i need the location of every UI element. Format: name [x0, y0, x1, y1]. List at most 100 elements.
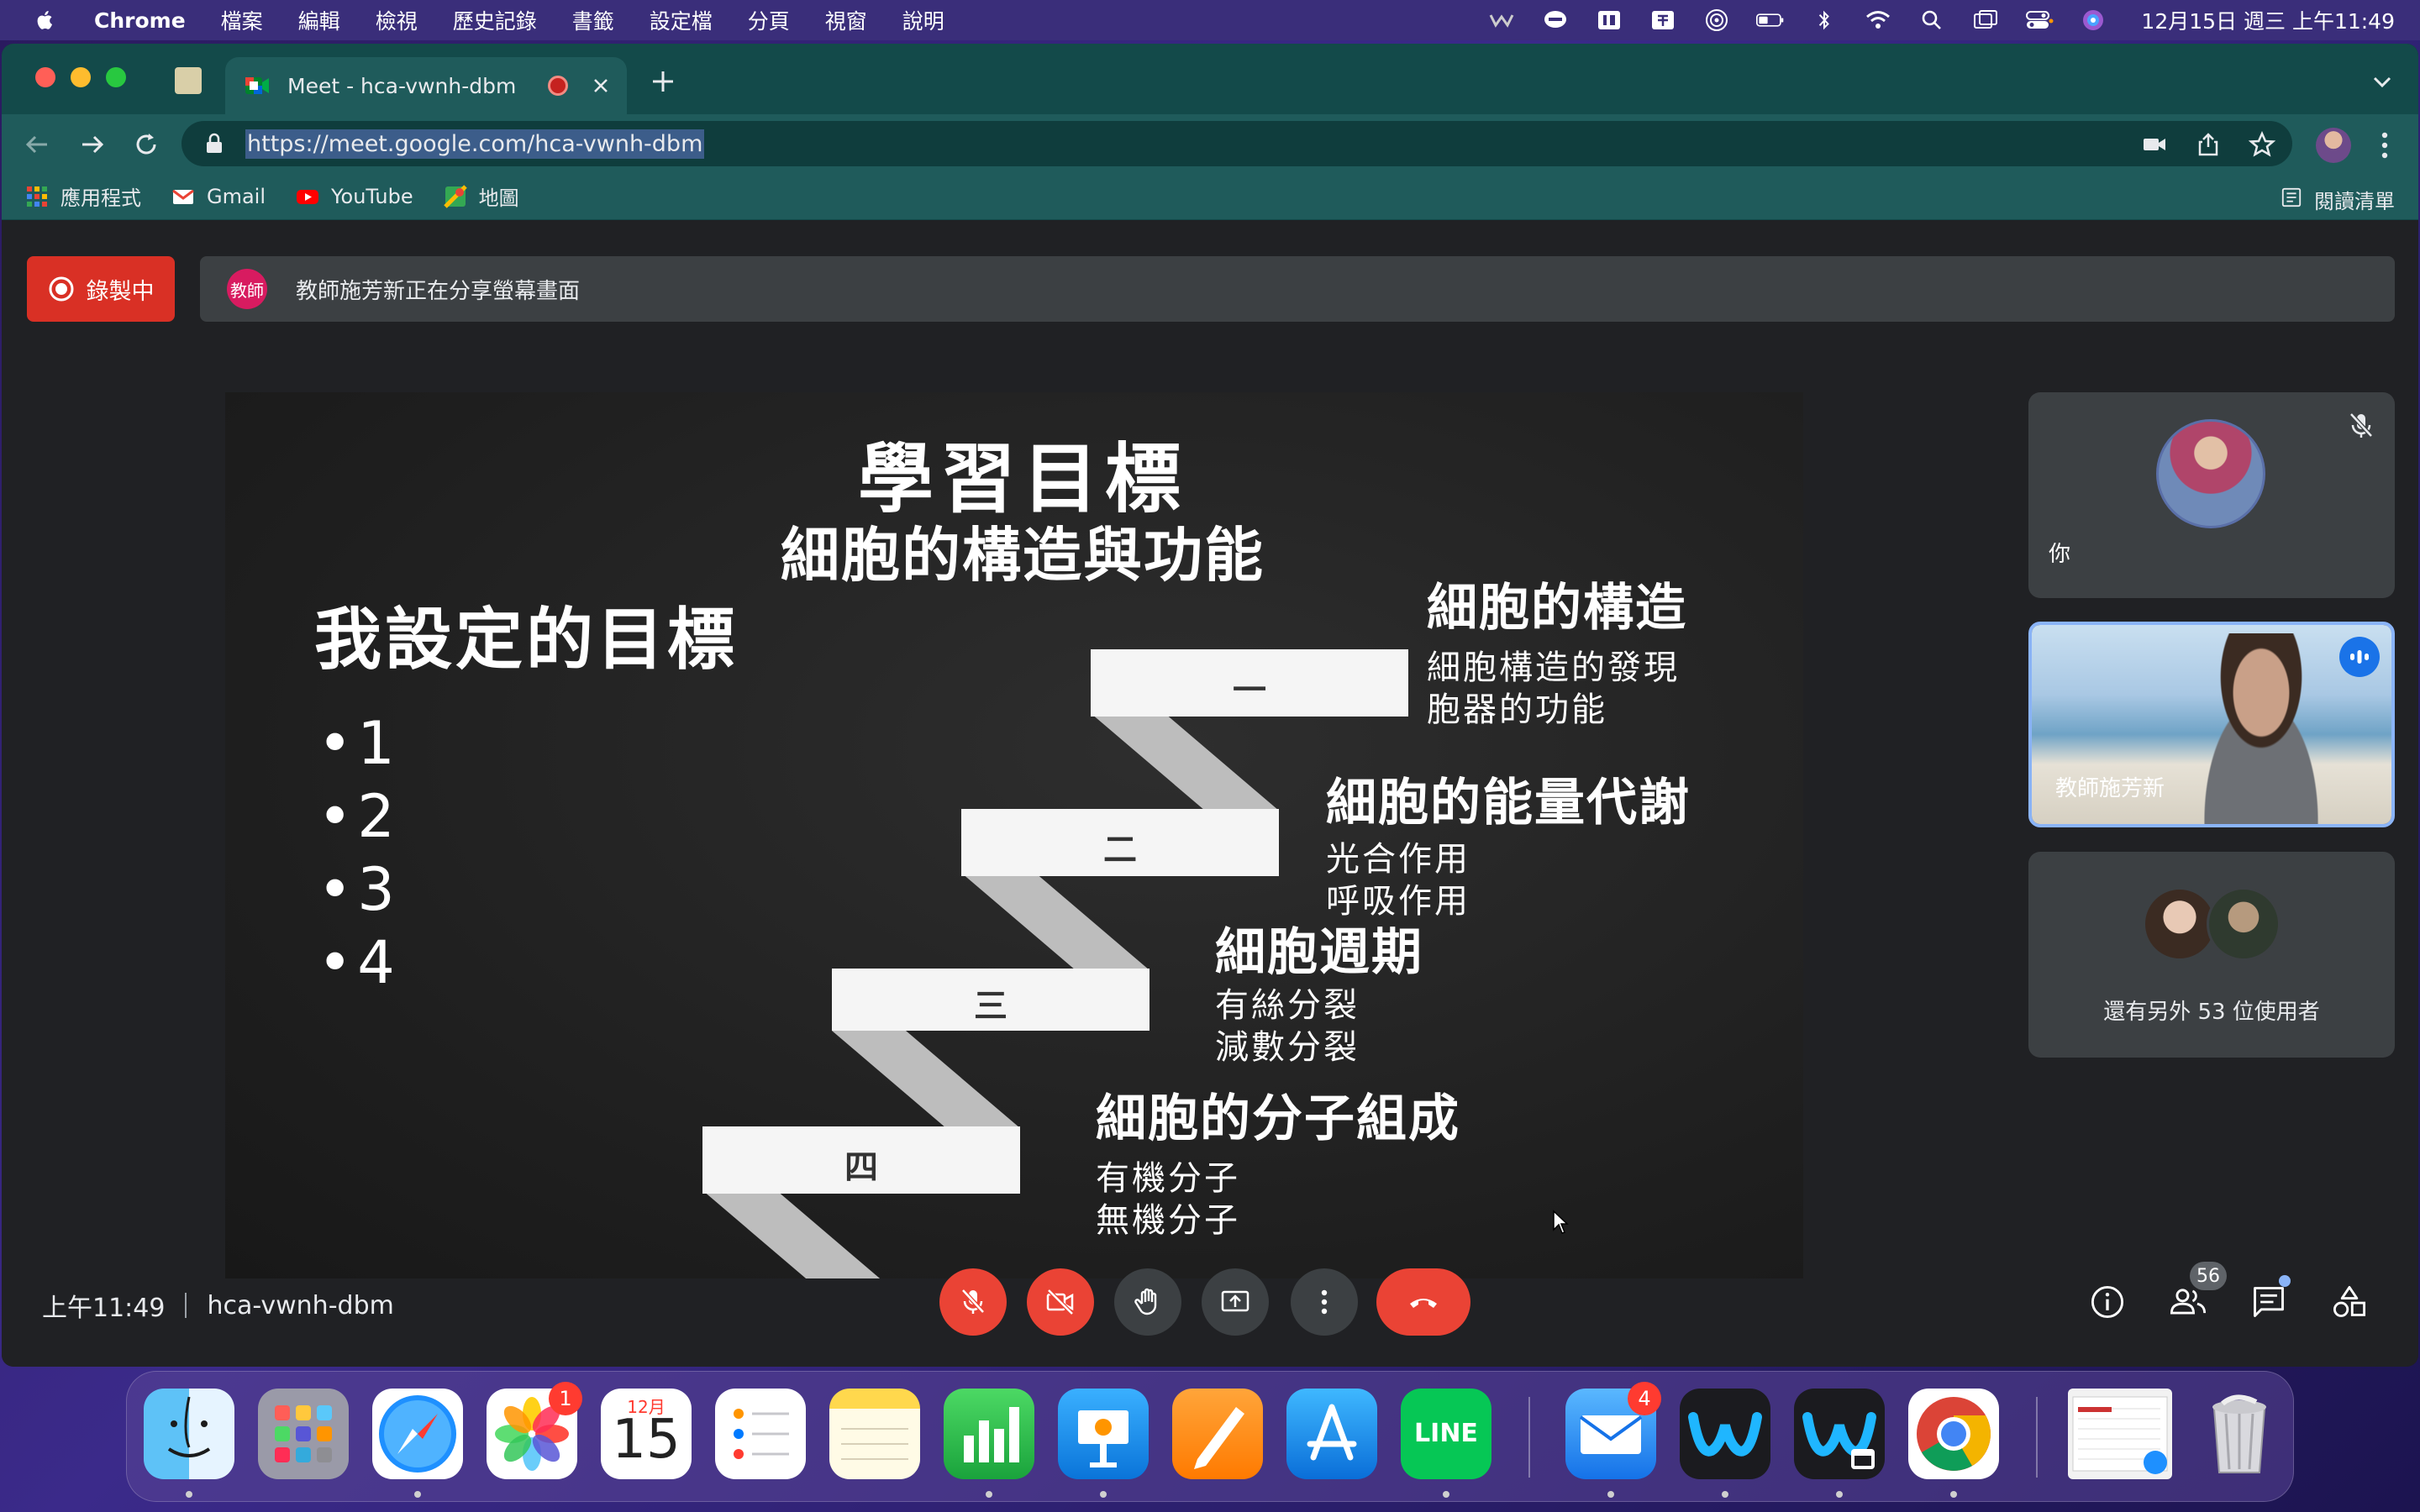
bookmark-maps[interactable]: 地圖	[443, 181, 519, 211]
chrome-menu-icon[interactable]	[2376, 131, 2393, 160]
reading-list-button[interactable]: 閱讀清單	[2281, 185, 2395, 214]
close-tab-icon[interactable]	[588, 73, 613, 98]
reminders-app-icon[interactable]	[715, 1389, 806, 1479]
trash-icon[interactable]	[2194, 1389, 2285, 1479]
line-app-icon[interactable]: LINE	[1401, 1389, 1491, 1479]
participant-tile-others[interactable]: 還有另外 53 位使用者	[2028, 852, 2395, 1058]
webex-app-icon[interactable]	[1680, 1389, 1770, 1479]
wifi-icon[interactable]	[1864, 8, 1892, 33]
calendar-app-icon[interactable]: 12月 15	[601, 1389, 692, 1479]
lock-icon[interactable]	[205, 133, 224, 155]
minimize-window-button[interactable]	[71, 67, 91, 87]
webex-meetings-app-icon[interactable]	[1794, 1389, 1885, 1479]
url-text[interactable]: https://meet.google.com/hca-vwnh-dbm	[245, 129, 705, 159]
recent-document-thumbnail[interactable]	[2068, 1389, 2172, 1479]
topic-heading: 細胞的構造	[1427, 579, 1687, 638]
chat-button[interactable]	[2249, 1282, 2289, 1322]
toggle-mic-button[interactable]	[939, 1268, 1007, 1336]
menu-edit[interactable]: 編輯	[298, 5, 340, 35]
present-screen-button[interactable]	[1202, 1268, 1269, 1336]
menu-history[interactable]: 歷史記錄	[453, 5, 537, 35]
topic-block: 細胞的能量代謝 光合作用 呼吸作用	[1326, 762, 1691, 922]
leave-call-button[interactable]	[1376, 1268, 1470, 1336]
running-indicator	[1443, 1491, 1449, 1498]
mouse-cursor-icon	[1553, 1210, 1569, 1234]
topic-item: 有機分子	[1096, 1159, 1240, 1198]
app-store-icon[interactable]	[1286, 1389, 1377, 1479]
dock-separator	[1528, 1397, 1530, 1478]
menu-profiles[interactable]: 設定檔	[650, 5, 713, 35]
notes-app-icon[interactable]	[829, 1389, 920, 1479]
keyboard-layout-icon[interactable]	[1649, 8, 1677, 33]
menubar-clock[interactable]: 12月15日 週三 上午11:49	[2141, 5, 2395, 35]
line-app-label: LINE	[1414, 1419, 1478, 1448]
bluetooth-icon[interactable]	[1810, 8, 1839, 33]
more-vert-icon	[1321, 1289, 1328, 1315]
apple-icon[interactable]	[34, 8, 59, 33]
reload-icon[interactable]	[133, 131, 160, 158]
pinned-tab[interactable]	[175, 67, 202, 94]
more-options-button[interactable]	[1291, 1268, 1358, 1336]
numbers-app-icon[interactable]	[944, 1389, 1034, 1479]
tab-meet[interactable]: Meet - hca-vwnh-dbm	[225, 57, 627, 114]
new-tab-button[interactable]	[650, 69, 676, 94]
menu-help[interactable]: 說明	[902, 5, 944, 35]
menu-tab[interactable]: 分頁	[748, 5, 790, 35]
zoom-window-button[interactable]	[106, 67, 126, 87]
participant-avatar	[2207, 887, 2281, 961]
menu-window[interactable]: 視窗	[825, 5, 867, 35]
bookmark-youtube[interactable]: YouTube	[296, 185, 413, 208]
forward-icon[interactable]	[79, 131, 106, 158]
menu-app-name[interactable]: Chrome	[94, 8, 186, 33]
reading-list-icon	[2281, 186, 2302, 213]
pages-app-icon[interactable]	[1172, 1389, 1263, 1479]
bookmark-gmail[interactable]: Gmail	[171, 185, 266, 208]
running-indicator	[986, 1491, 992, 1498]
step-label: 二	[1103, 831, 1137, 869]
participant-tile-self[interactable]: 你	[2028, 392, 2395, 598]
topic-item: 無機分子	[1096, 1201, 1240, 1240]
address-bar[interactable]: https://meet.google.com/hca-vwnh-dbm	[182, 121, 2292, 166]
meeting-details-button[interactable]	[2087, 1282, 2128, 1322]
share-banner-text: 教師施芳新正在分享螢幕畫面	[296, 278, 581, 304]
dock-separator	[2036, 1397, 2038, 1478]
battery-icon[interactable]	[1756, 8, 1785, 33]
keynote-app-icon[interactable]	[1058, 1389, 1149, 1479]
recording-badge[interactable]: 錄製中	[27, 256, 175, 322]
activities-button[interactable]	[2329, 1282, 2370, 1322]
profile-avatar[interactable]	[2316, 128, 2351, 163]
airdrop-icon[interactable]	[1702, 8, 1731, 33]
chat-unread-dot	[2279, 1275, 2291, 1287]
step-label: 四	[844, 1148, 878, 1187]
menu-view[interactable]: 檢視	[376, 5, 418, 35]
back-icon[interactable]	[24, 131, 50, 158]
bookmark-apps[interactable]: 應用程式	[25, 181, 141, 211]
chrome-app-icon[interactable]	[1908, 1389, 1999, 1479]
raise-hand-button[interactable]	[1114, 1268, 1181, 1336]
safari-app-icon[interactable]	[372, 1389, 463, 1479]
camera-in-use-icon[interactable]	[2141, 131, 2168, 158]
control-center-icon[interactable]	[2025, 8, 2054, 33]
close-window-button[interactable]	[35, 67, 55, 87]
topic-block: 細胞的構造 細胞構造的發現 胞器的功能	[1427, 567, 1687, 731]
spotlight-search-icon[interactable]	[1918, 8, 1946, 33]
bookmark-star-icon[interactable]	[2248, 130, 2276, 158]
toggle-camera-button[interactable]	[1027, 1268, 1094, 1336]
input-method-icon[interactable]	[1595, 8, 1623, 33]
mission-control-icon[interactable]	[1971, 8, 2000, 33]
bookmark-label: 地圖	[478, 186, 519, 210]
launchpad-app-icon[interactable]	[258, 1389, 349, 1479]
menu-bookmarks[interactable]: 書籤	[572, 5, 614, 35]
webex-status-icon[interactable]	[1487, 8, 1516, 33]
participant-tile-teacher[interactable]: 教師施芳新	[2028, 622, 2395, 827]
tab-search-chevron-icon[interactable]	[2371, 71, 2393, 92]
topic-item: 減數分裂	[1215, 1028, 1360, 1067]
finder-app-icon[interactable]	[144, 1389, 234, 1479]
line-status-icon[interactable]	[1541, 8, 1570, 33]
speaking-indicator-icon	[2339, 637, 2380, 677]
tab-title: Meet - hca-vwnh-dbm	[287, 73, 517, 98]
mic-off-icon	[961, 1289, 985, 1314]
menu-file[interactable]: 檔案	[221, 5, 263, 35]
share-icon[interactable]	[2195, 131, 2222, 158]
siri-icon[interactable]	[2079, 8, 2107, 33]
